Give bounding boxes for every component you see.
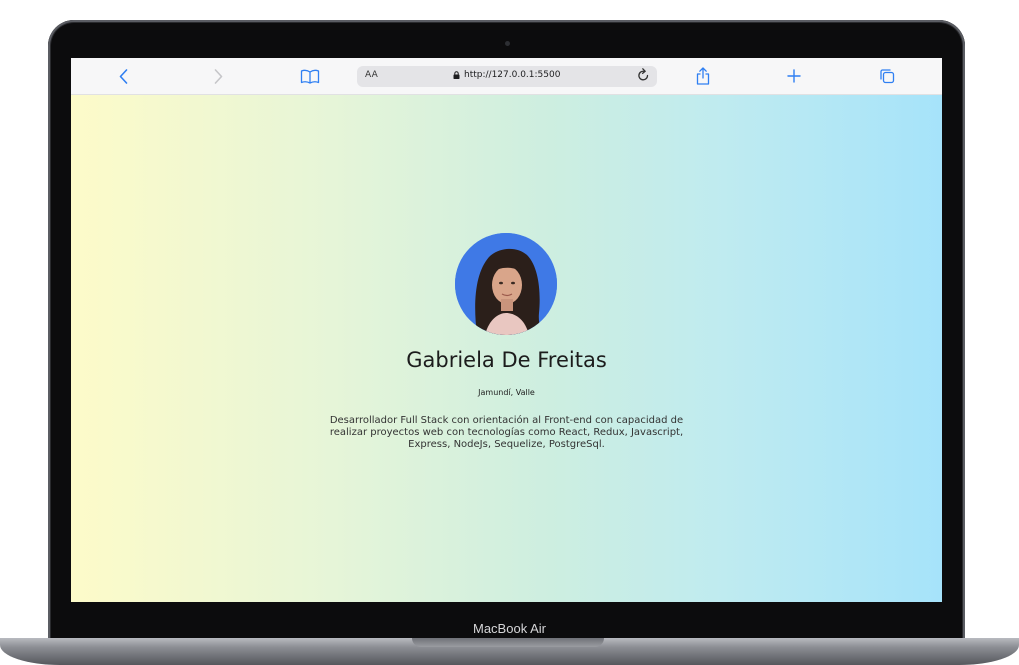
profile-location: Jamundí, Valle [478,388,535,397]
url-text: http://127.0.0.1:5500 [464,70,561,80]
browser-toolbar: AA http://127.0.0.1:5500 [71,58,942,95]
laptop-screen: AA http://127.0.0.1:5500 Gabriela De Fre… [71,58,942,602]
lock-icon [453,71,460,79]
forward-icon[interactable] [212,65,224,87]
profile-bio: Desarrollador Full Stack con orientación… [329,415,684,450]
tabs-icon[interactable] [879,65,895,87]
back-icon[interactable] [117,65,129,87]
reload-icon[interactable] [637,68,650,87]
url-field[interactable]: http://127.0.0.1:5500 [453,70,560,80]
text-size-button[interactable]: AA [365,70,378,80]
new-tab-icon[interactable] [787,65,801,87]
portfolio-page: Gabriela De Freitas Jamundí, Valle Desar… [71,95,942,602]
laptop-notch [412,638,604,647]
profile-name: Gabriela De Freitas [406,348,607,372]
camera [505,41,510,46]
device-label: MacBook Air [473,621,546,636]
share-icon[interactable] [696,65,710,87]
address-bar[interactable]: AA http://127.0.0.1:5500 [357,66,657,87]
profile-avatar [455,233,557,335]
bookmarks-icon[interactable] [300,65,320,87]
